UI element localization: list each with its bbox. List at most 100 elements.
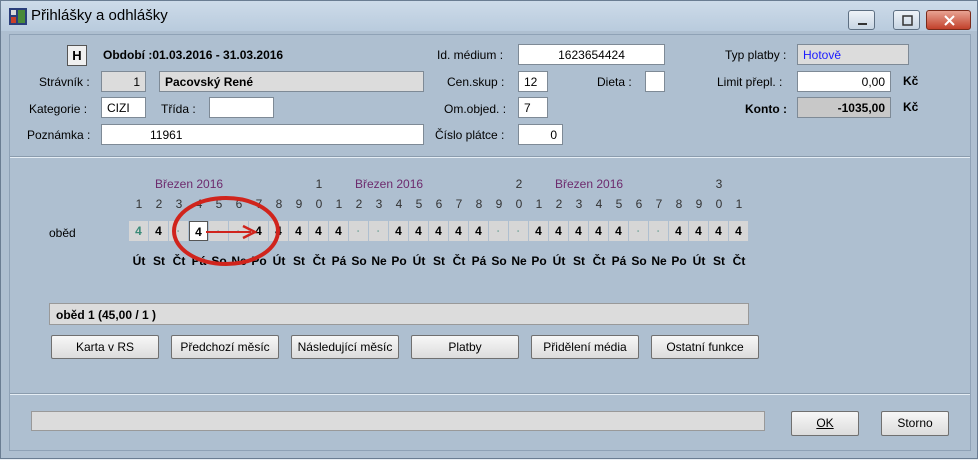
meal-cell[interactable]: 4 bbox=[569, 221, 588, 241]
day-number: 9 bbox=[495, 197, 503, 211]
meal-cell[interactable]: 4 bbox=[389, 221, 408, 241]
weekday-label: Po bbox=[671, 254, 687, 268]
karta-button[interactable]: Karta v RS bbox=[51, 335, 159, 359]
meal-cell[interactable]: 4 bbox=[149, 221, 168, 241]
meal-cell[interactable]: 4 bbox=[589, 221, 608, 241]
day-number: 6 bbox=[235, 197, 243, 211]
weekday-label: St bbox=[153, 254, 165, 268]
stravnik-id-field[interactable]: 1 bbox=[101, 71, 146, 92]
close-icon bbox=[944, 15, 955, 26]
kategorie-field[interactable]: CIZI bbox=[101, 97, 146, 118]
weekday-label: Čt bbox=[592, 254, 606, 268]
day-number: 5 bbox=[415, 197, 423, 211]
meal-cell[interactable]: 4 bbox=[709, 221, 728, 241]
title-bar[interactable]: Přihlášky a odhlášky bbox=[1, 1, 977, 31]
meal-cell[interactable]: 4 bbox=[329, 221, 348, 241]
h-button[interactable]: H bbox=[67, 45, 87, 66]
maximize-icon bbox=[902, 15, 913, 26]
meal-cell[interactable]: 4 bbox=[529, 221, 548, 241]
meal-cell[interactable]: · bbox=[649, 221, 668, 241]
meal-cell[interactable]: 4 bbox=[549, 221, 568, 241]
ostatni-funkce-button[interactable]: Ostatní funkce bbox=[651, 335, 759, 359]
meal-cell[interactable]: 4 bbox=[409, 221, 428, 241]
weekday-label: So bbox=[211, 254, 227, 268]
omobjed-field[interactable]: 7 bbox=[518, 97, 548, 118]
poznamka-field[interactable]: 11961 bbox=[101, 124, 424, 145]
day-number: 3 bbox=[175, 197, 183, 211]
next-month-button[interactable]: Následující měsíc bbox=[291, 335, 399, 359]
main-window: Přihlášky a odhlášky H Období :01.03.201… bbox=[0, 0, 978, 459]
row-label-obed: oběd bbox=[49, 226, 76, 240]
censkup-field[interactable]: 12 bbox=[518, 71, 548, 92]
meal-cell[interactable]: · bbox=[369, 221, 388, 241]
meal-cell[interactable]: 4 bbox=[669, 221, 688, 241]
close-button[interactable] bbox=[926, 10, 971, 30]
day-number: 4 bbox=[195, 197, 203, 211]
meal-cell[interactable]: 4 bbox=[249, 221, 268, 241]
meal-cell[interactable]: · bbox=[209, 221, 228, 241]
day-number: 6 bbox=[435, 197, 443, 211]
id-medium-field[interactable]: 1623654424 bbox=[518, 44, 665, 65]
dieta-label: Dieta : bbox=[597, 75, 632, 89]
omobjed-label: Om.objed. : bbox=[444, 102, 507, 116]
meal-cell[interactable]: · bbox=[489, 221, 508, 241]
day-number: 5 bbox=[615, 197, 623, 211]
meal-cell[interactable]: 4 bbox=[289, 221, 308, 241]
typ-platby-field[interactable]: Hotově bbox=[797, 44, 909, 65]
meal-cell[interactable]: 4 bbox=[729, 221, 748, 241]
limit-field[interactable]: 0,00 bbox=[797, 71, 891, 92]
meal-cell[interactable]: · bbox=[349, 221, 368, 241]
limit-unit: Kč bbox=[903, 74, 919, 88]
meal-cell[interactable]: 4 bbox=[309, 221, 328, 241]
day-number: 2 bbox=[555, 197, 563, 211]
minimize-button[interactable] bbox=[848, 10, 875, 30]
weekday-label: So bbox=[631, 254, 647, 268]
meal-cell[interactable]: 4 bbox=[469, 221, 488, 241]
status-bar bbox=[31, 411, 765, 431]
meal-cell[interactable]: 4 bbox=[449, 221, 468, 241]
meal-cell[interactable]: 4 bbox=[269, 221, 288, 241]
prideleni-media-button[interactable]: Přidělení média bbox=[531, 335, 639, 359]
meal-cell[interactable]: 4 bbox=[429, 221, 448, 241]
meal-cell[interactable]: 4 bbox=[129, 221, 148, 241]
stravnik-name-field[interactable]: Pacovský René bbox=[159, 71, 424, 92]
weekday-label: Ne bbox=[511, 254, 527, 268]
meal-cell[interactable]: · bbox=[169, 221, 188, 241]
cislo-platce-field[interactable]: 0 bbox=[518, 124, 563, 145]
day-number: 9 bbox=[295, 197, 303, 211]
meal-cell[interactable]: · bbox=[509, 221, 528, 241]
limit-label: Limit přepl. : bbox=[717, 75, 783, 89]
previous-month-button[interactable]: Předchozí měsíc bbox=[171, 335, 279, 359]
day-number: 4 bbox=[595, 197, 603, 211]
id-medium-label: Id. médium : bbox=[437, 48, 504, 62]
weekday-label: Čt bbox=[172, 254, 186, 268]
day-number: 8 bbox=[275, 197, 283, 211]
weekday-label: Pá bbox=[611, 254, 627, 268]
platby-button[interactable]: Platby bbox=[411, 335, 519, 359]
trida-label: Třída : bbox=[161, 102, 196, 116]
trida-field[interactable] bbox=[209, 97, 274, 118]
weekday-label: Út bbox=[692, 254, 706, 268]
weekday-label: Út bbox=[132, 254, 146, 268]
meal-info-bar: oběd 1 (45,00 / 1 ) bbox=[49, 303, 749, 325]
weekday-label: St bbox=[573, 254, 585, 268]
day-number: 3 bbox=[375, 197, 383, 211]
day-number: 1 bbox=[735, 197, 743, 211]
day-number: 0 bbox=[515, 197, 523, 211]
tens-digit: 2 bbox=[515, 177, 523, 191]
meal-cell[interactable]: 4 bbox=[609, 221, 628, 241]
weekday-label: Út bbox=[272, 254, 286, 268]
weekday-label: St bbox=[433, 254, 445, 268]
meal-cell[interactable]: · bbox=[229, 221, 248, 241]
meal-cell[interactable]: · bbox=[629, 221, 648, 241]
app-icon bbox=[9, 8, 27, 25]
meal-cell[interactable]: 4 bbox=[189, 221, 208, 241]
ok-button[interactable]: OK bbox=[791, 411, 859, 436]
day-number: 4 bbox=[395, 197, 403, 211]
period-label: Období :01.03.2016 - 31.03.2016 bbox=[103, 48, 284, 62]
separator-bottom bbox=[10, 393, 970, 395]
dieta-field[interactable] bbox=[645, 71, 665, 92]
meal-cell[interactable]: 4 bbox=[689, 221, 708, 241]
maximize-button[interactable] bbox=[893, 10, 920, 30]
storno-button[interactable]: Storno bbox=[881, 411, 949, 436]
